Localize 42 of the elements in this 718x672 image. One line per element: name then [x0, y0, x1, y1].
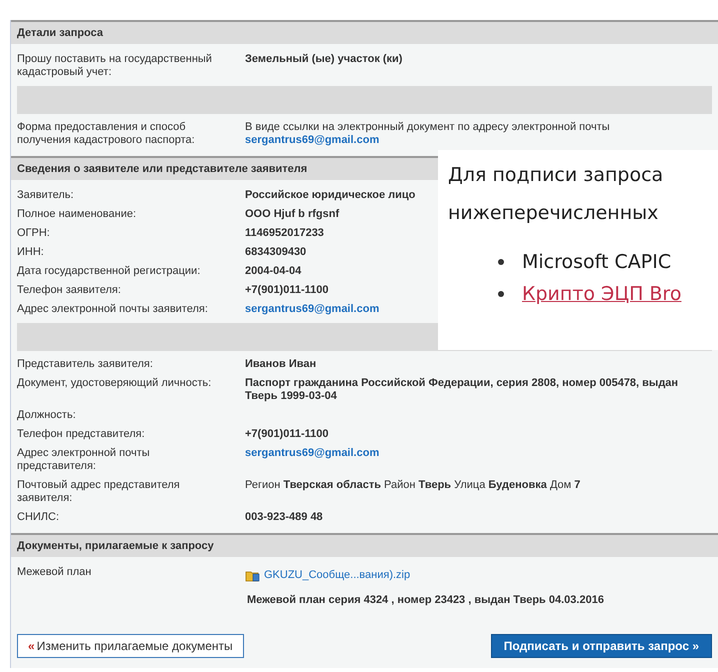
field-label: Прошу поставить на государственный кадастровый учет: [17, 53, 213, 79]
field-label: Полное наименование: [17, 208, 138, 221]
field-value: Паспорт гражданина Российской Федерации, серия 2808, номер 005478, выдан Тверь 1999-03-04 [245, 377, 680, 403]
field-value: +7(901)011-1100 [245, 284, 328, 297]
field-label: Документ, удостоверяющий личность: [17, 377, 212, 391]
field-value: Российское юридическое лицо [245, 189, 416, 202]
field-value: Регион Тверская область Район Тверь Улица Буденовка Дом 7 [245, 479, 580, 492]
section-header: Документы, прилагаемые к запросу [11, 535, 718, 557]
field-label: Телефон заявителя: [17, 284, 122, 297]
section-header: Детали запроса [11, 22, 718, 44]
field-value: В виде ссылки на электронный документ по адресу электронной почты [245, 121, 610, 134]
document-description: Межевой план серия 4324 , номер 23423 , выдан Тверь 04.03.2016 [247, 594, 604, 607]
email-link[interactable]: sergantrus69@gmail.com [245, 447, 380, 460]
field-label: Межевой план [17, 566, 92, 580]
field-value: ООО Hjuf b rfgsnf [245, 208, 340, 221]
popup-text: нижеперечисленных [448, 201, 660, 226]
field-label: Адрес электронной почты представителя: [17, 447, 151, 473]
field-value: +7(901)011-1100 [245, 428, 328, 441]
field-label: Должность: [17, 409, 77, 422]
field-label: Заявитель: [17, 189, 75, 202]
field-value: 003-923-489 48 [245, 511, 323, 524]
field-label: Адрес электронной почты заявителя: [17, 303, 209, 316]
field-label: ИНН: [17, 246, 45, 259]
email-link[interactable]: sergantrus69@gmail.com [245, 134, 380, 147]
field-label: Телефон представителя: [17, 428, 146, 441]
field-value: Иванов Иван [245, 358, 316, 371]
field-label: Почтовый адрес представителя заявителя: [17, 479, 181, 505]
file-link[interactable]: GKUZU_Сообще...вания).zip [264, 568, 410, 582]
field-value: Земельный (ые) участок (ки) [245, 53, 402, 66]
field-label: ОГРН: [17, 227, 51, 240]
field-value: 1146952017233 [245, 227, 324, 240]
field-label: СНИЛС: [17, 511, 60, 524]
sign-and-send-button[interactable]: Подписать и отправить запрос » [490, 634, 712, 658]
plugin-link[interactable]: Крипто ЭЦП Bro [522, 278, 682, 310]
field-label: Представитель заявителя: [17, 358, 154, 371]
change-documents-button[interactable]: « Изменить прилагаемые документы [17, 634, 244, 658]
field-value: 6834309430 [245, 246, 306, 259]
email-link[interactable]: sergantrus69@gmail.com [245, 303, 380, 316]
field-value: 2004-04-04 [245, 265, 302, 278]
field-label: Дата государственной регистрации: [17, 265, 202, 278]
field-label: Форма предоставления и способ получения кадастрового паспорта: [17, 121, 196, 147]
plugin-name: Microsoft CAPIC [522, 250, 672, 275]
